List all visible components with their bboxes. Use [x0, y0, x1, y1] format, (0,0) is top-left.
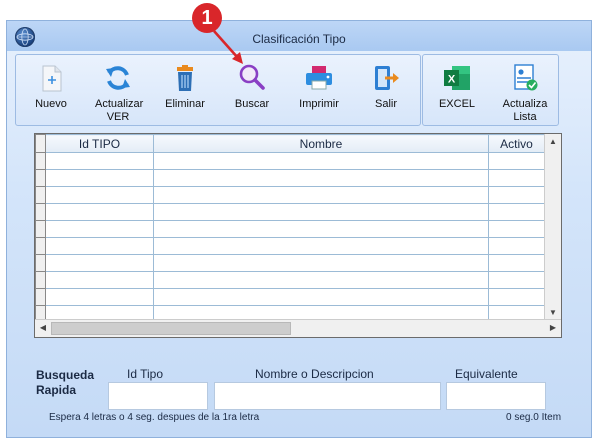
refresh-icon: [103, 63, 133, 93]
grid-cell[interactable]: [153, 169, 489, 187]
grid-cell[interactable]: [488, 186, 545, 204]
grid-cell[interactable]: [45, 203, 154, 221]
imprimir-button[interactable]: Imprimir: [289, 57, 349, 125]
scroll-right-icon[interactable]: ▶: [546, 321, 560, 335]
row-header-cell[interactable]: [35, 271, 46, 289]
grid-cell[interactable]: [153, 254, 489, 272]
nombre-descripcion-label: Nombre o Descripcion: [255, 367, 374, 381]
column-header-activo[interactable]: Activo: [488, 134, 545, 153]
grid-cell[interactable]: [153, 237, 489, 255]
id-tipo-label: Id Tipo: [127, 367, 164, 381]
tipo-grid[interactable]: Id TIPO Nombre Activo ▲ ▼ ◀ ▶: [34, 133, 562, 338]
grid-cell[interactable]: [45, 271, 154, 289]
vertical-scrollbar[interactable]: ▲ ▼: [544, 134, 561, 321]
column-header-id-tipo[interactable]: Id TIPO: [45, 134, 154, 153]
grid-cell[interactable]: [153, 271, 489, 289]
printer-icon: [304, 63, 334, 93]
equivalente-input[interactable]: [446, 382, 546, 410]
grid-cell[interactable]: [45, 288, 154, 306]
grid-cell[interactable]: [488, 203, 545, 221]
scroll-left-icon[interactable]: ◀: [36, 321, 50, 335]
grid-cell[interactable]: [45, 169, 154, 187]
column-header-nombre[interactable]: Nombre: [153, 134, 489, 153]
update-list-icon: [510, 63, 540, 93]
actualiza-lista-button[interactable]: Actualiza Lista: [495, 57, 555, 125]
scroll-down-icon[interactable]: ▼: [546, 306, 560, 320]
salir-button[interactable]: Salir: [356, 57, 416, 125]
row-header-cell[interactable]: [35, 186, 46, 204]
window-title: Clasificación Tipo: [252, 32, 346, 46]
table-row[interactable]: [35, 254, 545, 272]
row-header-cell[interactable]: [35, 237, 46, 255]
row-header-corner: [35, 134, 46, 153]
grid-body: [35, 152, 545, 323]
horizontal-scroll-thumb[interactable]: [51, 322, 291, 335]
nuevo-button[interactable]: Nuevo: [21, 57, 81, 125]
eliminar-button[interactable]: Eliminar: [155, 57, 215, 125]
row-header-cell[interactable]: [35, 254, 46, 272]
svg-text:X: X: [448, 74, 456, 86]
grid-cell[interactable]: [488, 271, 545, 289]
excel-button[interactable]: X EXCEL: [427, 57, 487, 125]
new-document-icon: [36, 63, 66, 93]
row-header-cell[interactable]: [35, 288, 46, 306]
row-header-cell[interactable]: [35, 152, 46, 170]
grid-cell[interactable]: [153, 152, 489, 170]
grid-cell[interactable]: [45, 220, 154, 238]
grid-cell[interactable]: [45, 254, 154, 272]
table-row[interactable]: [35, 203, 545, 221]
id-tipo-input[interactable]: [108, 382, 208, 410]
grid-cell[interactable]: [153, 220, 489, 238]
row-header-cell[interactable]: [35, 203, 46, 221]
table-row[interactable]: [35, 271, 545, 289]
row-header-cell[interactable]: [35, 220, 46, 238]
actualizar-ver-button[interactable]: Actualizar VER: [88, 57, 148, 125]
scroll-up-icon[interactable]: ▲: [546, 135, 560, 149]
row-header-cell[interactable]: [35, 169, 46, 187]
grid-cell[interactable]: [153, 186, 489, 204]
table-row[interactable]: [35, 152, 545, 170]
grid-cell[interactable]: [488, 169, 545, 187]
grid-cell[interactable]: [153, 203, 489, 221]
grid-cell[interactable]: [153, 288, 489, 306]
annotation-arrow-icon: [213, 30, 243, 64]
title-bar[interactable]: Clasificación Tipo: [7, 21, 591, 51]
equivalente-label: Equivalente: [455, 367, 518, 381]
grid-table: Id TIPO Nombre Activo: [35, 134, 545, 323]
grid-cell[interactable]: [45, 186, 154, 204]
excel-icon: X: [442, 63, 472, 93]
grid-cell[interactable]: [488, 237, 545, 255]
grid-cell[interactable]: [45, 152, 154, 170]
grid-cell[interactable]: [488, 288, 545, 306]
grid-cell[interactable]: [45, 237, 154, 255]
grid-header-row: Id TIPO Nombre Activo: [35, 134, 545, 153]
table-row[interactable]: [35, 288, 545, 306]
search-status-text: 0 seg.0 Item: [506, 412, 562, 423]
table-row[interactable]: [35, 186, 545, 204]
clasificacion-tipo-window: Clasificación Tipo Nuevo Actualizar VER …: [6, 20, 592, 438]
search-hint-text: Espera 4 letras o 4 seg. despues de la 1…: [49, 412, 260, 423]
exit-icon: [371, 63, 401, 93]
table-row[interactable]: [35, 237, 545, 255]
table-row[interactable]: [35, 220, 545, 238]
trash-icon: [170, 63, 200, 93]
busqueda-rapida-label: Busqueda Rapida: [36, 368, 95, 397]
table-row[interactable]: [35, 169, 545, 187]
grid-cell[interactable]: [488, 220, 545, 238]
secondary-toolbar: X EXCEL Actualiza Lista: [422, 54, 559, 126]
horizontal-scrollbar[interactable]: ◀ ▶: [35, 319, 561, 337]
grid-cell[interactable]: [488, 152, 545, 170]
grid-cell[interactable]: [488, 254, 545, 272]
nombre-descripcion-input[interactable]: [214, 382, 441, 410]
